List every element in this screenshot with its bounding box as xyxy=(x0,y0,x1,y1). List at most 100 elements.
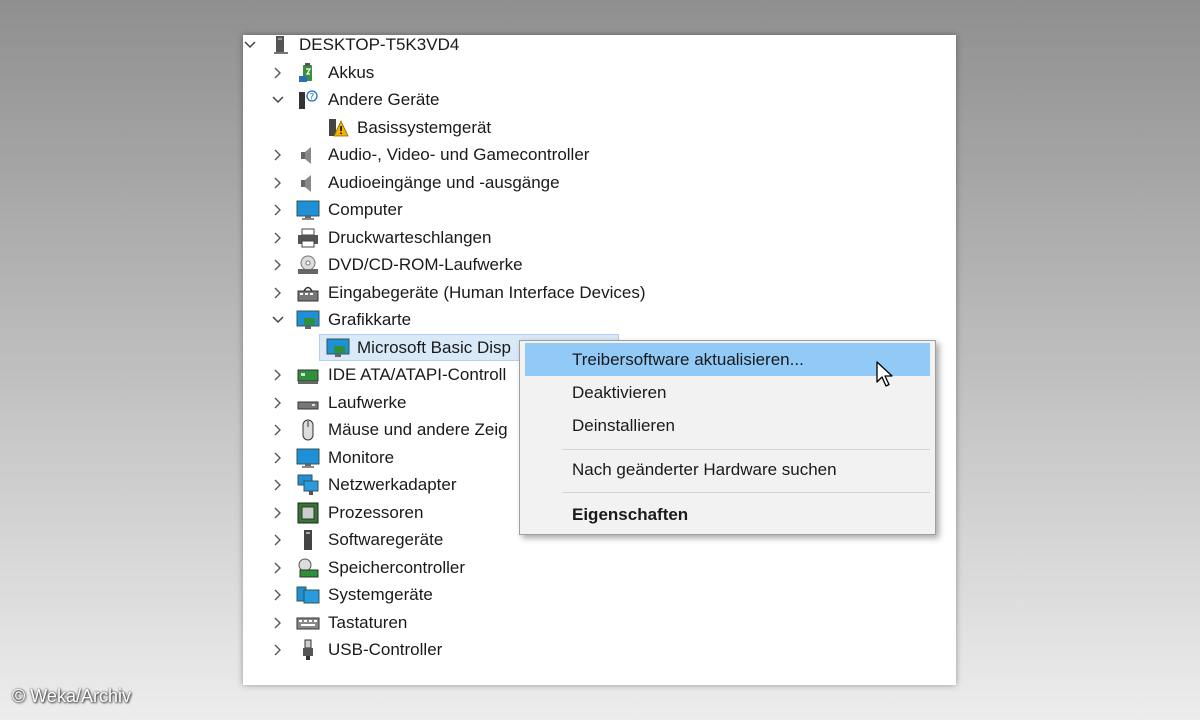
tree-item-label: Eingabegeräte (Human Interface Devices) xyxy=(328,282,646,302)
storage-controller-icon xyxy=(296,557,320,579)
chevron-right-icon[interactable] xyxy=(271,533,285,547)
tree-item-softwaregeraete[interactable]: Softwaregeräte xyxy=(243,526,523,553)
tree-item-label: Laufwerke xyxy=(328,392,407,412)
tree-item-label: Mäuse und andere Zeig xyxy=(328,419,508,439)
disc-drive-icon xyxy=(296,254,320,276)
network-icon xyxy=(296,474,320,496)
chevron-right-icon[interactable] xyxy=(271,286,285,300)
tree-item-andere-geraete[interactable]: ? Andere Geräte xyxy=(243,86,643,113)
tree-item-label: Grafikkarte xyxy=(328,309,412,329)
root-label: DESKTOP-T5K3VD4 xyxy=(299,35,460,54)
tree-item-speichercontroller[interactable]: Speichercontroller xyxy=(243,554,523,581)
menu-item-scan-hardware[interactable]: Nach geänderter Hardware suchen xyxy=(525,453,930,486)
chevron-right-icon[interactable] xyxy=(271,423,285,437)
chevron-right-icon[interactable] xyxy=(271,396,285,410)
menu-item-properties[interactable]: Eigenschaften xyxy=(525,498,930,531)
drive-icon xyxy=(296,392,320,414)
tree-item-label: Tastaturen xyxy=(328,612,408,632)
hid-icon xyxy=(296,282,320,304)
tree-item-dvd[interactable]: DVD/CD-ROM-Laufwerke xyxy=(243,251,643,278)
tree-item-computer[interactable]: Computer xyxy=(243,196,643,223)
menu-item-disable[interactable]: Deaktivieren xyxy=(525,376,930,409)
tree-item-systemgeraete[interactable]: Systemgeräte xyxy=(243,581,523,608)
tree-item-label: Netzwerkadapter xyxy=(328,474,457,494)
chevron-down-icon[interactable] xyxy=(271,93,285,107)
tree-item-label: Computer xyxy=(328,199,403,219)
tree-item-audioeingaenge[interactable]: Audioeingänge und -ausgänge xyxy=(243,169,663,196)
chevron-right-icon[interactable] xyxy=(271,231,285,245)
tree-item-label: USB-Controller xyxy=(328,639,443,659)
chevron-down-icon[interactable] xyxy=(271,313,285,327)
monitor-icon xyxy=(296,447,320,469)
menu-item-uninstall[interactable]: Deinstallieren xyxy=(525,409,930,442)
chevron-right-icon[interactable] xyxy=(271,643,285,657)
tree-item-usb[interactable]: USB-Controller xyxy=(243,636,523,663)
tree-item-maeuse[interactable]: Mäuse und andere Zeig xyxy=(243,416,523,443)
mouse-icon xyxy=(296,419,320,441)
tree-item-label: Basissystemgerät xyxy=(357,117,492,137)
tree-item-grafikkarte[interactable]: Grafikkarte xyxy=(243,306,643,333)
tree-item-basissystemgeraet[interactable]: Basissystemgerät xyxy=(243,114,643,141)
tree-root[interactable]: DESKTOP-T5K3VD4 xyxy=(243,35,643,58)
display-adapter-icon xyxy=(296,309,320,331)
speaker-icon xyxy=(296,172,320,194)
chevron-right-icon[interactable] xyxy=(271,588,285,602)
tree-item-tastaturen[interactable]: Tastaturen xyxy=(243,609,523,636)
printer-icon xyxy=(296,227,320,249)
tree-item-label: IDE ATA/ATAPI-Controll xyxy=(328,364,507,384)
tree-item-label: Druckwarteschlangen xyxy=(328,227,492,247)
tree-item-monitore[interactable]: Monitore xyxy=(243,444,523,471)
tree-item-akkus[interactable]: Akkus xyxy=(243,59,643,86)
unknown-device-icon: ? xyxy=(296,89,320,111)
tree-item-label: Softwaregeräte xyxy=(328,529,444,549)
tree-item-label: Prozessoren xyxy=(328,502,424,522)
tree-item-ide[interactable]: IDE ATA/ATAPI-Controll xyxy=(243,361,523,388)
computer-icon xyxy=(270,35,294,56)
tree-item-label: DVD/CD-ROM-Laufwerke xyxy=(328,254,523,274)
processor-icon xyxy=(296,502,320,524)
display-adapter-icon xyxy=(326,337,350,359)
tree-item-druckwarteschlangen[interactable]: Druckwarteschlangen xyxy=(243,224,643,251)
menu-separator xyxy=(562,492,930,493)
tree-item-label: Speichercontroller xyxy=(328,557,466,577)
image-credit: © Weka/Archiv xyxy=(12,686,131,706)
chevron-right-icon[interactable] xyxy=(271,616,285,630)
chevron-right-icon[interactable] xyxy=(271,258,285,272)
speaker-icon xyxy=(296,144,320,166)
chevron-right-icon[interactable] xyxy=(271,561,285,575)
tree-item-label: Akkus xyxy=(328,62,375,82)
menu-separator xyxy=(562,449,930,450)
monitor-icon xyxy=(296,199,320,221)
tree-item-prozessoren[interactable]: Prozessoren xyxy=(243,499,523,526)
tree-item-label: Audioeingänge und -ausgänge xyxy=(328,172,560,192)
chevron-right-icon[interactable] xyxy=(271,368,285,382)
ide-controller-icon xyxy=(296,364,320,386)
context-menu: Treibersoftware aktualisieren... Deaktiv… xyxy=(519,340,936,535)
usb-icon xyxy=(296,639,320,661)
software-device-icon xyxy=(296,529,320,551)
tree-item-label: Systemgeräte xyxy=(328,584,433,604)
chevron-right-icon[interactable] xyxy=(271,148,285,162)
battery-icon xyxy=(296,62,320,84)
tree-item-netzwerkadapter[interactable]: Netzwerkadapter xyxy=(243,471,523,498)
chevron-down-icon[interactable] xyxy=(243,38,257,52)
chevron-right-icon[interactable] xyxy=(271,478,285,492)
tree-item-laufwerke[interactable]: Laufwerke xyxy=(243,389,523,416)
keyboard-icon xyxy=(296,612,320,634)
system-device-icon xyxy=(296,584,320,606)
tree-item-eingabegeraete[interactable]: Eingabegeräte (Human Interface Devices) xyxy=(243,279,683,306)
chevron-right-icon[interactable] xyxy=(271,203,285,217)
tree-item-label: Microsoft Basic Disp xyxy=(357,337,511,357)
tree-item-label: Monitore xyxy=(328,447,395,467)
chevron-right-icon[interactable] xyxy=(271,66,285,80)
chevron-right-icon[interactable] xyxy=(271,506,285,520)
svg-text:?: ? xyxy=(310,92,315,102)
menu-item-update-driver[interactable]: Treibersoftware aktualisieren... xyxy=(525,343,930,376)
tree-item-audio-video[interactable]: Audio-, Video- und Gamecontroller xyxy=(243,141,663,168)
tree-item-label: Andere Geräte xyxy=(328,89,440,109)
tree-item-label: Audio-, Video- und Gamecontroller xyxy=(328,144,590,164)
mouse-pointer-icon xyxy=(876,361,896,394)
chevron-right-icon[interactable] xyxy=(271,451,285,465)
chevron-right-icon[interactable] xyxy=(271,176,285,190)
warning-device-icon xyxy=(326,117,350,139)
